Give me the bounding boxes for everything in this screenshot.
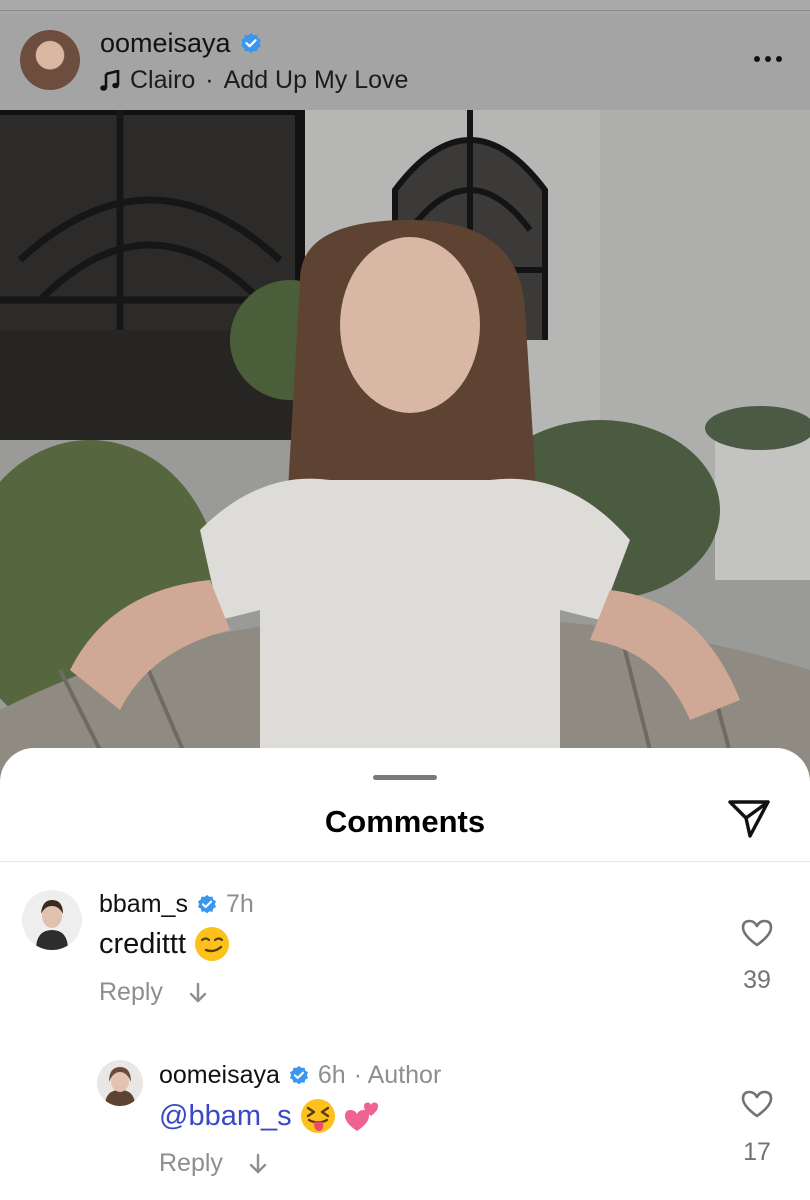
verified-badge-icon <box>289 1065 308 1084</box>
verified-badge-icon <box>240 32 261 53</box>
post-photo <box>0 110 810 790</box>
more-options-icon[interactable] <box>752 54 784 64</box>
music-title: Add Up My Love <box>223 66 409 94</box>
status-divider <box>0 10 810 11</box>
comment-text: @bbam_s <box>159 1098 380 1134</box>
music-note-icon <box>100 69 120 91</box>
like-count: 17 <box>743 1138 771 1166</box>
music-separator: · <box>205 66 214 94</box>
comment-time: 6h <box>317 1061 346 1089</box>
like-heart-icon[interactable] <box>741 1089 773 1119</box>
reply-button[interactable]: Reply <box>159 1149 223 1178</box>
commenter-avatar[interactable] <box>97 1060 143 1106</box>
comments-sheet: Comments bbam_s 7h credittt Reply 39 oom… <box>0 748 810 1200</box>
mention-link[interactable]: @bbam_s <box>159 1100 292 1133</box>
post-author-name-row[interactable]: oomeisaya <box>100 28 263 59</box>
post-author-username[interactable]: oomeisaya <box>100 28 231 59</box>
music-artist: Clairo <box>130 66 196 94</box>
squinting-face-with-tongue-emoji-icon <box>300 1099 335 1133</box>
post-author-avatar[interactable] <box>20 30 80 90</box>
reply-comment-item: oomeisaya 6h · Author @bbam_s Reply 17 <box>0 748 810 1200</box>
comment-username[interactable]: oomeisaya <box>159 1061 280 1090</box>
post-background: oomeisaya Clairo · Add Up My Love <box>0 0 810 790</box>
post-header: oomeisaya Clairo · Add Up My Love <box>0 14 810 110</box>
author-label: · Author <box>353 1061 442 1089</box>
comment-actions: Reply <box>159 1149 267 1178</box>
two-hearts-emoji-icon <box>344 1102 378 1131</box>
comment-header: oomeisaya 6h · Author <box>159 1061 441 1090</box>
show-replies-arrow-icon[interactable] <box>249 1153 267 1175</box>
post-music-row[interactable]: Clairo · Add Up My Love <box>100 66 408 95</box>
